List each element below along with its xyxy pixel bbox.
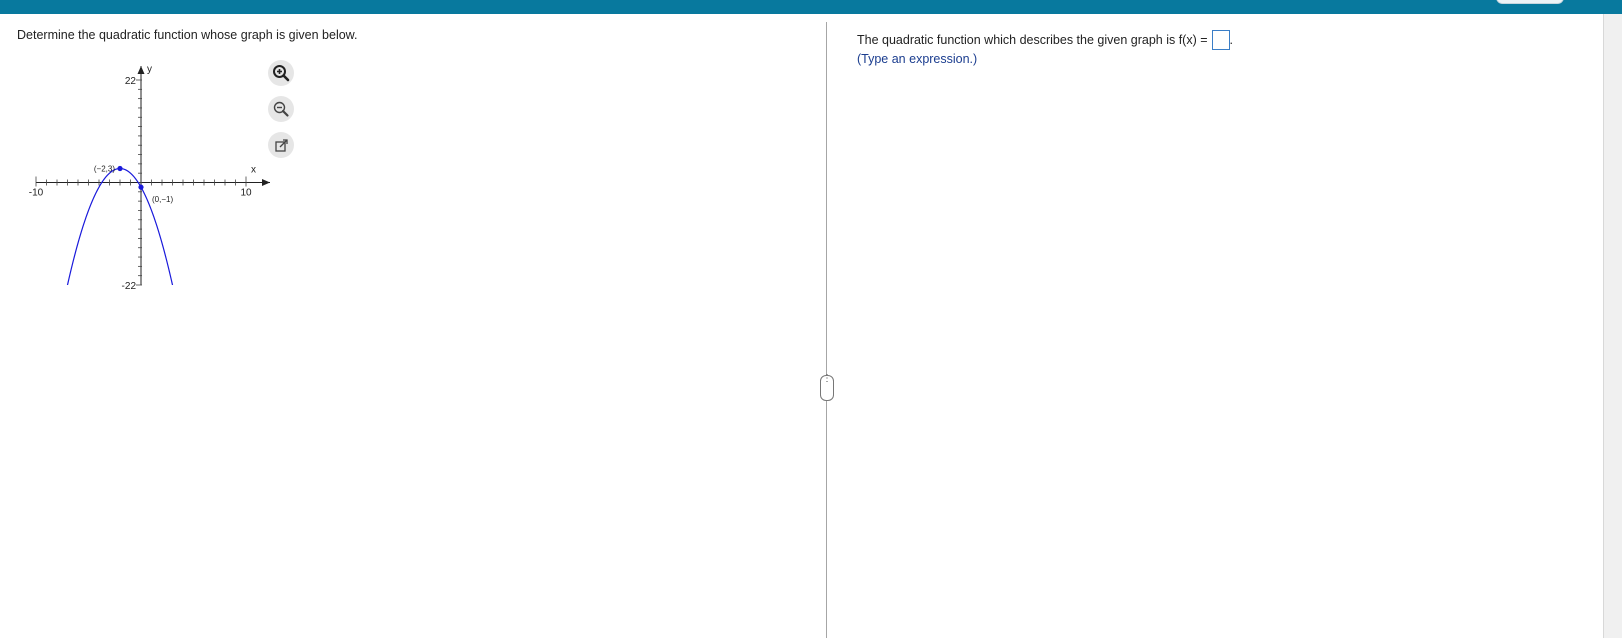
x-tick-label-max: 10	[240, 188, 252, 199]
point-marker	[138, 184, 144, 190]
answer-input[interactable]	[1211, 30, 1230, 50]
y-intercept-label: (0,−1)	[152, 195, 173, 204]
vertex-label: (−2,3)	[94, 165, 115, 174]
x-tick-label-min: -10	[29, 188, 44, 199]
external-link-icon	[275, 139, 288, 152]
answer-prefix: The quadratic function which describes t…	[857, 33, 1208, 47]
y-tick-label-max: 22	[125, 76, 137, 87]
parabola-curve	[66, 167, 174, 285]
point-marker	[117, 165, 123, 172]
x-axis-label: x	[251, 165, 256, 176]
zoom-out-icon	[273, 101, 289, 117]
zoom-in-button[interactable]	[268, 60, 294, 86]
top-bar-button[interactable]	[1496, 0, 1564, 4]
zoom-in-icon	[273, 65, 290, 82]
answer-hint: (Type an expression.)	[857, 52, 978, 66]
scrollbar[interactable]	[1604, 14, 1622, 638]
pane-divider	[826, 22, 827, 638]
answer-line: The quadratic function which describes t…	[857, 30, 1233, 50]
zoom-out-button[interactable]	[268, 96, 294, 122]
pane-resize-handle[interactable]: ⋮	[820, 374, 834, 401]
parabola-graph: x y -10 10 22 -22 (−2,3) (0,−1)	[29, 64, 270, 292]
popout-button[interactable]	[268, 132, 294, 158]
y-axis-arrow	[137, 66, 145, 74]
x-axis-arrow	[262, 179, 270, 186]
question-prompt: Determine the quadratic function whose g…	[17, 28, 358, 42]
y-axis-label: y	[147, 64, 152, 75]
answer-suffix: .	[1229, 33, 1234, 47]
y-tick-label-min: -22	[122, 281, 137, 292]
top-bar	[0, 0, 1622, 14]
